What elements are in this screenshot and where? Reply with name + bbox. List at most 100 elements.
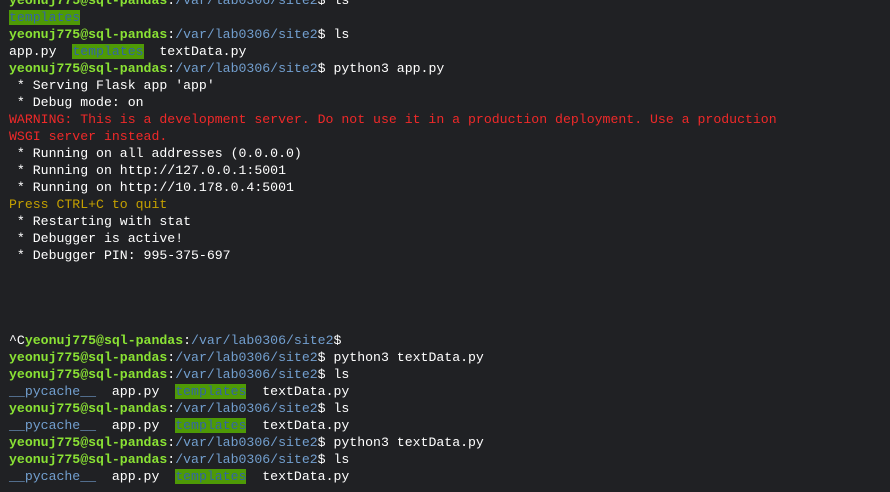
prompt-user-host: yeonuj775@sql-pandas [9,27,168,42]
output-line: * Restarting with stat [9,213,890,230]
prompt-dollar: $ [317,61,334,76]
info-line: Press CTRL+C to quit [9,196,890,213]
prompt-path: /var/lab0306/site2 [191,333,334,348]
terminal-output[interactable]: yeonuj775@sql-pandas:/var/lab0306/site2$… [9,0,890,485]
prompt-dollar: $ [317,367,334,382]
prompt-line: yeonuj775@sql-pandas:/var/lab0306/site2$… [9,60,890,77]
file-entry: textData.py [262,469,350,484]
command-text: ls [333,27,350,42]
prompt-path: /var/lab0306/site2 [175,367,318,382]
output-text: * Debugger PIN: 995-375-697 [9,248,231,263]
file-entry: textData.py [159,44,247,59]
file-entry: app.py [111,469,160,484]
file-entry: app.py [9,44,57,59]
output-text: * Running on all addresses (0.0.0.0) [9,146,302,161]
prompt-dollar: $ [317,435,334,450]
directory-entry: templates [175,384,247,399]
output-line: * Serving Flask app 'app' [9,77,890,94]
output-line: * Running on http://127.0.0.1:5001 [9,162,890,179]
prompt-user-host: yeonuj775@sql-pandas [9,350,168,365]
prompt-line: ^Cyeonuj775@sql-pandas:/var/lab0306/site… [9,332,890,349]
info-text: Press CTRL+C to quit [9,197,168,212]
prompt-dollar: $ [317,27,334,42]
prompt-path: /var/lab0306/site2 [175,0,318,8]
file-entry: textData.py [262,418,350,433]
ls-gap [159,469,175,484]
prompt-line: yeonuj775@sql-pandas:/var/lab0306/site2$… [9,434,890,451]
prompt-line: yeonuj775@sql-pandas:/var/lab0306/site2$… [9,349,890,366]
file-entry: textData.py [262,384,350,399]
prompt-dollar: $ [317,0,334,8]
prompt-dollar: $ [333,333,350,348]
ls-output-line: __pycache__ app.py templates textData.py [9,468,890,485]
prompt-separator: : [167,61,176,76]
prompt-user-host: yeonuj775@sql-pandas [9,367,168,382]
pycache-entry: __pycache__ [9,384,97,399]
command-text: ls [333,452,350,467]
prompt-user-host: yeonuj775@sql-pandas [24,333,184,348]
prompt-separator: : [167,350,176,365]
command-text: ls [333,401,350,416]
ls-gap [144,44,160,59]
prompt-separator: : [183,333,192,348]
prompt-dollar: $ [317,350,334,365]
output-text: * Running on http://127.0.0.1:5001 [9,163,286,178]
output-text: * Serving Flask app 'app' [9,78,215,93]
prompt-user-host: yeonuj775@sql-pandas [9,401,168,416]
prompt-path: /var/lab0306/site2 [175,401,318,416]
interrupt-prefix: ^C [9,333,25,348]
output-line: * Debugger is active! [9,230,890,247]
prompt-line: yeonuj775@sql-pandas:/var/lab0306/site2$… [9,26,890,43]
pycache-entry: __pycache__ [9,469,97,484]
command-text: ls [333,0,350,8]
ls-output-line: __pycache__ app.py templates textData.py [9,417,890,434]
ls-output-line: app.py templates textData.py [9,43,890,60]
directory-entry: templates [175,469,247,484]
prompt-separator: : [167,0,176,8]
directory-entry: templates [72,44,144,59]
prompt-path: /var/lab0306/site2 [175,27,318,42]
ls-gap [246,469,262,484]
ls-output-line: templates [9,9,890,26]
ls-gap [246,418,262,433]
command-text: python3 app.py [333,61,445,76]
prompt-line: yeonuj775@sql-pandas:/var/lab0306/site2$… [9,400,890,417]
ls-gap [96,418,112,433]
command-text: python3 textData.py [333,435,484,450]
warning-line: WSGI server instead. [9,128,890,145]
output-line: * Debug mode: on [9,94,890,111]
ls-gap [96,469,112,484]
ls-gap [56,44,72,59]
prompt-separator: : [167,27,176,42]
prompt-path: /var/lab0306/site2 [175,435,318,450]
prompt-line: yeonuj775@sql-pandas:/var/lab0306/site2$… [9,366,890,383]
prompt-user-host: yeonuj775@sql-pandas [9,452,168,467]
prompt-user-host: yeonuj775@sql-pandas [9,61,168,76]
prompt-user-host: yeonuj775@sql-pandas [9,0,168,8]
prompt-separator: : [167,435,176,450]
output-line: * Debugger PIN: 995-375-697 [9,247,890,264]
ls-gap [159,384,175,399]
pycache-entry: __pycache__ [9,418,97,433]
warning-line: WARNING: This is a development server. D… [9,111,890,128]
warning-text: WARNING: This is a development server. D… [9,112,777,127]
file-entry: app.py [111,418,160,433]
prompt-separator: : [167,452,176,467]
command-text: ls [333,367,350,382]
warning-text: WSGI server instead. [9,129,168,144]
command-text: python3 textData.py [333,350,484,365]
prompt-dollar: $ [317,452,334,467]
prompt-line: yeonuj775@sql-pandas:/var/lab0306/site2$… [9,0,890,9]
output-line: * Running on all addresses (0.0.0.0) [9,145,890,162]
ls-gap [96,384,112,399]
output-line: * Running on http://10.178.0.4:5001 [9,179,890,196]
directory-entry: templates [9,10,81,25]
output-text: * Debug mode: on [9,95,144,110]
file-entry: app.py [111,384,160,399]
ls-gap [246,384,262,399]
prompt-path: /var/lab0306/site2 [175,452,318,467]
